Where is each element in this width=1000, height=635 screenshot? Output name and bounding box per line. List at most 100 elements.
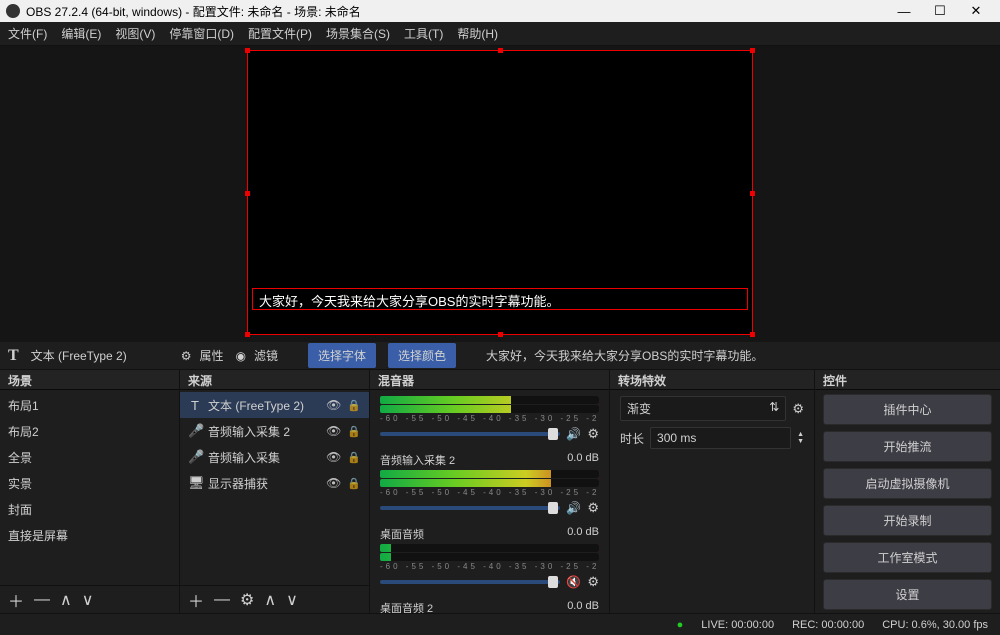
scene-down-button[interactable]: ∨: [82, 590, 94, 610]
live-timer: LIVE: 00:00:00: [701, 619, 774, 631]
menubar: 文件(F) 编辑(E) 视图(V) 停靠窗口(D) 配置文件(P) 场景集合(S…: [0, 22, 1000, 46]
scene-up-button[interactable]: ∧: [60, 590, 72, 610]
chevron-updown-icon: ⇅: [769, 400, 779, 417]
plugin-center-button[interactable]: 插件中心: [823, 394, 992, 425]
sources-header: 来源: [180, 370, 369, 390]
source-up-button[interactable]: ∧: [264, 590, 276, 610]
volume-slider[interactable]: [380, 432, 560, 436]
channel-settings-button[interactable]: [587, 500, 599, 516]
sources-list[interactable]: T 文本 (FreeType 2) 🎤 音频输入采集 2 🎤 音频输入采集 🖥 …: [180, 390, 369, 585]
source-item[interactable]: T 文本 (FreeType 2): [180, 392, 369, 418]
controls-dock: 控件 插件中心 开始推流 启动虚拟摄像机 开始录制 工作室模式 设置 退出: [815, 370, 1000, 613]
start-recording-button[interactable]: 开始录制: [823, 505, 992, 536]
scene-item[interactable]: 全景: [0, 444, 179, 470]
subtitle-source[interactable]: 大家好，今天我来给大家分享OBS的实时字幕功能。: [252, 288, 748, 310]
scenes-dock: 场景 布局1 布局2 全景 实景 封面 直接是屏幕 ＋ — ∧ ∨: [0, 370, 180, 613]
channel-db: 0.0 dB: [567, 600, 599, 613]
mute-button[interactable]: [566, 501, 581, 515]
duration-stepper[interactable]: ▲▼: [797, 431, 804, 445]
select-font-button[interactable]: 选择字体: [308, 343, 376, 368]
rec-timer: REC: 00:00:00: [792, 619, 864, 631]
text-icon: T: [8, 347, 19, 365]
cpu-fps: CPU: 0.6%, 30.00 fps: [882, 619, 988, 631]
preview-area[interactable]: 大家好，今天我来给大家分享OBS的实时字幕功能。: [0, 46, 1000, 342]
scene-item[interactable]: 布局2: [0, 418, 179, 444]
menu-dock[interactable]: 停靠窗口(D): [169, 25, 234, 42]
mixer-dock: 混音器 -60 -55 -50 -45 -40 -35 -30 -25 -20 …: [370, 370, 610, 613]
app-icon: [6, 4, 20, 18]
lock-toggle[interactable]: [347, 424, 361, 438]
scenes-list[interactable]: 布局1 布局2 全景 实景 封面 直接是屏幕: [0, 390, 179, 585]
transitions-body: 渐变⇅ 时长 300 ms ▲▼: [610, 390, 814, 455]
remove-scene-button[interactable]: —: [34, 591, 50, 609]
channel-db: 0.0 dB: [567, 452, 599, 468]
menu-tools[interactable]: 工具(T): [404, 25, 443, 42]
minimize-button[interactable]: —: [886, 4, 922, 19]
controls-body: 插件中心 开始推流 启动虚拟摄像机 开始录制 工作室模式 设置 退出: [815, 390, 1000, 613]
channel-db: 0.0 dB: [567, 526, 599, 542]
selected-source-label: 文本 (FreeType 2): [31, 347, 127, 364]
source-settings-button[interactable]: ⚙: [240, 590, 254, 610]
channel-name: 音频输入采集 2: [380, 452, 455, 468]
scene-item[interactable]: 封面: [0, 496, 179, 522]
titlebar: OBS 27.2.4 (64-bit, windows) - 配置文件: 未命名…: [0, 0, 1000, 22]
settings-button[interactable]: 设置: [823, 579, 992, 610]
visibility-toggle[interactable]: [326, 424, 341, 438]
mic-icon: 🎤: [188, 449, 202, 465]
filters-button[interactable]: 滤镜: [235, 347, 278, 364]
volume-slider[interactable]: [380, 580, 560, 584]
visibility-toggle[interactable]: [326, 398, 341, 412]
scenes-header: 场景: [0, 370, 179, 390]
source-item[interactable]: 🎤 音频输入采集: [180, 444, 369, 470]
source-item[interactable]: 🎤 音频输入采集 2: [180, 418, 369, 444]
source-sample-text: 大家好，今天我来给大家分享OBS的实时字幕功能。: [486, 347, 763, 364]
add-source-button[interactable]: ＋: [188, 588, 204, 612]
maximize-button[interactable]: ☐: [922, 3, 958, 19]
transition-select[interactable]: 渐变⇅: [620, 396, 786, 421]
transitions-dock: 转场特效 渐变⇅ 时长 300 ms ▲▼: [610, 370, 815, 613]
add-scene-button[interactable]: ＋: [8, 588, 24, 612]
menu-profile[interactable]: 配置文件(P): [248, 25, 312, 42]
channel-name: 桌面音频: [380, 526, 424, 542]
controls-header: 控件: [815, 370, 1000, 390]
lock-toggle[interactable]: [347, 450, 361, 464]
mixer-channel: 桌面音频 20.0 dB-60 -55 -50 -45 -40 -35 -30 …: [370, 596, 609, 613]
mute-button[interactable]: [566, 575, 581, 589]
scene-item[interactable]: 直接是屏幕: [0, 522, 179, 548]
close-button[interactable]: ✕: [958, 3, 994, 19]
statusbar: ● LIVE: 00:00:00 REC: 00:00:00 CPU: 0.6%…: [0, 613, 1000, 635]
menu-file[interactable]: 文件(F): [8, 25, 47, 42]
start-virtualcam-button[interactable]: 启动虚拟摄像机: [823, 468, 992, 499]
visibility-toggle[interactable]: [326, 450, 341, 464]
sources-footer: ＋ — ⚙ ∧ ∨: [180, 585, 369, 613]
start-streaming-button[interactable]: 开始推流: [823, 431, 992, 462]
transitions-header: 转场特效: [610, 370, 814, 390]
lock-toggle[interactable]: [347, 476, 361, 490]
lock-toggle[interactable]: [347, 398, 361, 412]
preview-canvas[interactable]: 大家好，今天我来给大家分享OBS的实时字幕功能。: [247, 50, 753, 335]
remove-source-button[interactable]: —: [214, 591, 230, 609]
mixer-channel: -60 -55 -50 -45 -40 -35 -30 -25 -20 -15 …: [370, 392, 609, 448]
source-down-button[interactable]: ∨: [286, 590, 298, 610]
source-item[interactable]: 🖥 显示器捕获: [180, 470, 369, 496]
select-color-button[interactable]: 选择颜色: [388, 343, 456, 368]
scene-item[interactable]: 实景: [0, 470, 179, 496]
mute-button[interactable]: [566, 427, 581, 441]
properties-button[interactable]: 属性: [181, 347, 224, 364]
menu-scenecol[interactable]: 场景集合(S): [326, 25, 390, 42]
transition-settings-button[interactable]: [792, 401, 804, 417]
menu-help[interactable]: 帮助(H): [457, 25, 498, 42]
menu-edit[interactable]: 编辑(E): [61, 25, 101, 42]
duration-label: 时长: [620, 430, 644, 447]
channel-settings-button[interactable]: [587, 574, 599, 590]
mixer-body: -60 -55 -50 -45 -40 -35 -30 -25 -20 -15 …: [370, 390, 609, 613]
volume-slider[interactable]: [380, 506, 560, 510]
studio-mode-button[interactable]: 工作室模式: [823, 542, 992, 573]
menu-view[interactable]: 视图(V): [115, 25, 155, 42]
channel-settings-button[interactable]: [587, 426, 599, 442]
scene-item[interactable]: 布局1: [0, 392, 179, 418]
visibility-toggle[interactable]: [326, 476, 341, 490]
mixer-channel: 桌面音频0.0 dB-60 -55 -50 -45 -40 -35 -30 -2…: [370, 522, 609, 596]
duration-input[interactable]: 300 ms: [650, 427, 791, 449]
live-dot-icon: ●: [677, 619, 684, 631]
